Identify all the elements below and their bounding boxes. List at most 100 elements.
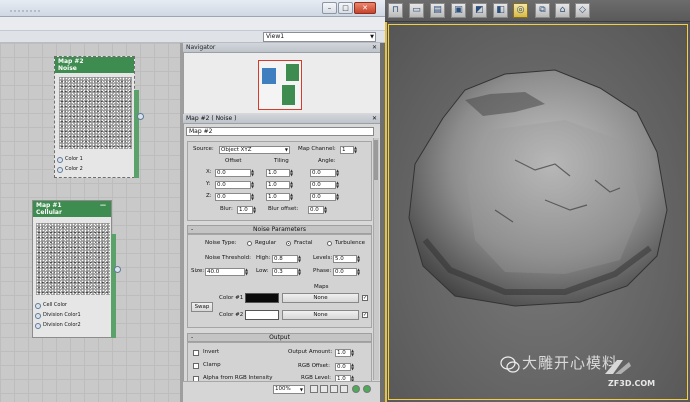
socket-icon[interactable] xyxy=(57,157,63,163)
blur-spinner[interactable]: 1.0 ▲ ▼ xyxy=(237,206,256,214)
spinner-arrows-icon[interactable]: ▲▼ xyxy=(290,193,295,201)
spinner-arrows-icon[interactable]: ▲▼ xyxy=(336,169,341,177)
source-dropdown[interactable]: Object XYZ ▼ xyxy=(219,146,290,154)
render-icon[interactable]: ⧉ xyxy=(535,3,550,18)
invert-checkbox[interactable] xyxy=(193,350,199,356)
cellular-input-division-color1[interactable]: Division Color1 xyxy=(33,311,81,320)
socket-icon[interactable] xyxy=(35,313,41,319)
collapse-icon[interactable]: - xyxy=(191,226,193,233)
render-frame-icon[interactable]: ▣ xyxy=(451,3,466,18)
collapse-icon[interactable]: — xyxy=(100,202,106,209)
tiling-y-spinner[interactable]: 1.0 ▲ ▼ xyxy=(266,181,293,189)
color1-map-checkbox[interactable]: ✓ xyxy=(362,295,368,301)
map-channel-spinner[interactable]: 1 ▲ ▼ xyxy=(340,146,357,154)
spinner-arrows-icon[interactable]: ▲▼ xyxy=(357,255,362,263)
cellular-output-socket[interactable] xyxy=(114,266,121,273)
cellular-node[interactable]: Map #1 Cellular — Cell Color Division Co… xyxy=(32,200,112,338)
phase-spinner[interactable]: 0.0 ▲ ▼ xyxy=(333,268,360,276)
spinner-arrows-icon[interactable]: ▲▼ xyxy=(251,169,256,177)
cellular-input-division-color2[interactable]: Division Color2 xyxy=(33,321,81,330)
close-icon[interactable]: ✕ xyxy=(372,114,377,124)
blur-offset-spinner[interactable]: 0.0 ▲ ▼ xyxy=(308,206,327,214)
snap-toggle-icon[interactable]: ⊓ xyxy=(388,3,403,18)
tiling-x-spinner[interactable]: 1.0 ▲ ▼ xyxy=(266,169,293,177)
tiling-z-spinner[interactable]: 1.0 ▲ ▼ xyxy=(266,193,293,201)
spinner-arrows-icon[interactable]: ▲▼ xyxy=(324,206,329,214)
render-setup-icon[interactable]: ▤ xyxy=(430,3,445,18)
spinner-arrows-icon[interactable]: ▲▼ xyxy=(336,181,341,189)
zoom-region-icon[interactable] xyxy=(330,385,338,393)
socket-icon[interactable] xyxy=(35,303,41,309)
output-amount-spinner[interactable]: 1.0 ▲ ▼ xyxy=(335,349,354,357)
spinner-arrows-icon[interactable]: ▲▼ xyxy=(357,268,362,276)
swap-button[interactable]: Swap xyxy=(191,302,213,312)
clamp-checkbox[interactable] xyxy=(193,363,199,369)
spinner-arrows-icon[interactable]: ▲▼ xyxy=(290,169,295,177)
offset-z-spinner[interactable]: 0.0 ▲ ▼ xyxy=(215,193,254,201)
cellular-node-header[interactable]: Map #1 Cellular — xyxy=(33,201,111,217)
close-button[interactable]: ✕ xyxy=(354,2,376,14)
material-editor-icon[interactable]: ◎ xyxy=(513,3,528,18)
collapse-icon[interactable]: - xyxy=(191,334,193,341)
angle-y-spinner[interactable]: 0.0 ▲ ▼ xyxy=(310,181,339,189)
noise-node-header[interactable]: Map #2 Noise xyxy=(55,57,134,73)
angle-z-spinner[interactable]: 0.0 ▲ ▼ xyxy=(310,193,339,201)
spinner-arrows-icon[interactable]: ▲▼ xyxy=(251,181,256,189)
low-spinner[interactable]: 0.3 ▲ ▼ xyxy=(272,268,301,276)
render-production-icon[interactable]: ◇ xyxy=(575,3,590,18)
spinner-arrows-icon[interactable]: ▲▼ xyxy=(245,268,250,276)
color2-map-checkbox[interactable]: ✓ xyxy=(362,312,368,318)
spinner-arrows-icon[interactable]: ▲▼ xyxy=(298,255,303,263)
schematic-view-icon[interactable]: ◧ xyxy=(493,3,508,18)
spinner-arrows-icon[interactable]: ▲▼ xyxy=(354,146,359,154)
spinner-arrows-icon[interactable]: ▲▼ xyxy=(351,349,356,357)
spinner-arrows-icon[interactable]: ▲▼ xyxy=(253,206,258,214)
green-status-icon-2[interactable] xyxy=(363,385,371,393)
high-spinner[interactable]: 0.8 ▲ ▼ xyxy=(272,255,301,263)
output-rollout-header[interactable]: - Output xyxy=(187,333,372,342)
maximize-button[interactable]: □ xyxy=(338,2,353,14)
noise-output-socket[interactable] xyxy=(137,113,144,120)
noise-input-color-2[interactable]: Color 2 xyxy=(55,165,83,174)
navigator-viewport-frame[interactable] xyxy=(258,60,302,110)
offset-x-spinner[interactable]: 0.0 ▲ ▼ xyxy=(215,169,254,177)
noise-type-fractal-radio[interactable] xyxy=(286,241,291,246)
spinner-arrows-icon[interactable]: ▲▼ xyxy=(290,181,295,189)
map-name-field[interactable]: Map #2 xyxy=(186,127,374,136)
socket-icon[interactable] xyxy=(57,167,63,173)
cellular-input-cell-color[interactable]: Cell Color xyxy=(33,301,67,310)
noise-node[interactable]: Map #2 Noise Color 1 Color 2 xyxy=(54,56,135,178)
angle-x-spinner[interactable]: 0.0 ▲ ▼ xyxy=(310,169,339,177)
pan-icon[interactable] xyxy=(310,385,318,393)
size-spinner[interactable]: 40.0 ▲ ▼ xyxy=(205,268,248,276)
offset-y-spinner[interactable]: 0.0 ▲ ▼ xyxy=(215,181,254,189)
noise-type-turbulence-radio[interactable] xyxy=(327,241,332,246)
curve-editor-icon[interactable]: ◩ xyxy=(472,3,487,18)
levels-spinner[interactable]: 5.0 ▲ ▼ xyxy=(333,255,360,263)
teapot-render-icon[interactable]: ⌂ xyxy=(555,3,570,18)
spinner-arrows-icon[interactable]: ▲▼ xyxy=(336,193,341,201)
zoom-dropdown[interactable]: 100% ▼ xyxy=(273,385,305,394)
select-move-icon[interactable]: ▭ xyxy=(409,3,424,18)
noise-type-regular-radio[interactable] xyxy=(247,241,252,246)
scrollbar-thumb[interactable] xyxy=(374,140,378,180)
noise-parameters-rollout-header[interactable]: - Noise Parameters xyxy=(187,225,372,234)
green-status-icon[interactable] xyxy=(352,385,360,393)
noise-input-color-1[interactable]: Color 1 xyxy=(55,155,83,164)
view-selector-dropdown[interactable]: View1 ▼ xyxy=(263,32,376,42)
rgb-offset-spinner[interactable]: 0.0 ▲ ▼ xyxy=(335,363,354,371)
close-icon[interactable]: ✕ xyxy=(372,43,377,53)
spinner-arrows-icon[interactable]: ▲▼ xyxy=(298,268,303,276)
color2-map-button[interactable]: None xyxy=(282,310,359,320)
navigator-node-green-1 xyxy=(286,64,299,81)
color1-map-button[interactable]: None xyxy=(282,293,359,303)
spinner-arrows-icon[interactable]: ▲▼ xyxy=(351,363,356,371)
rock-model[interactable] xyxy=(395,60,680,325)
spinner-arrows-icon[interactable]: ▲▼ xyxy=(251,193,256,201)
zoom-icon[interactable] xyxy=(320,385,328,393)
zoom-extents-icon[interactable] xyxy=(340,385,348,393)
minimize-button[interactable]: – xyxy=(322,2,337,14)
socket-icon[interactable] xyxy=(35,323,41,329)
color2-swatch[interactable] xyxy=(245,310,279,320)
color1-swatch[interactable] xyxy=(245,293,279,303)
